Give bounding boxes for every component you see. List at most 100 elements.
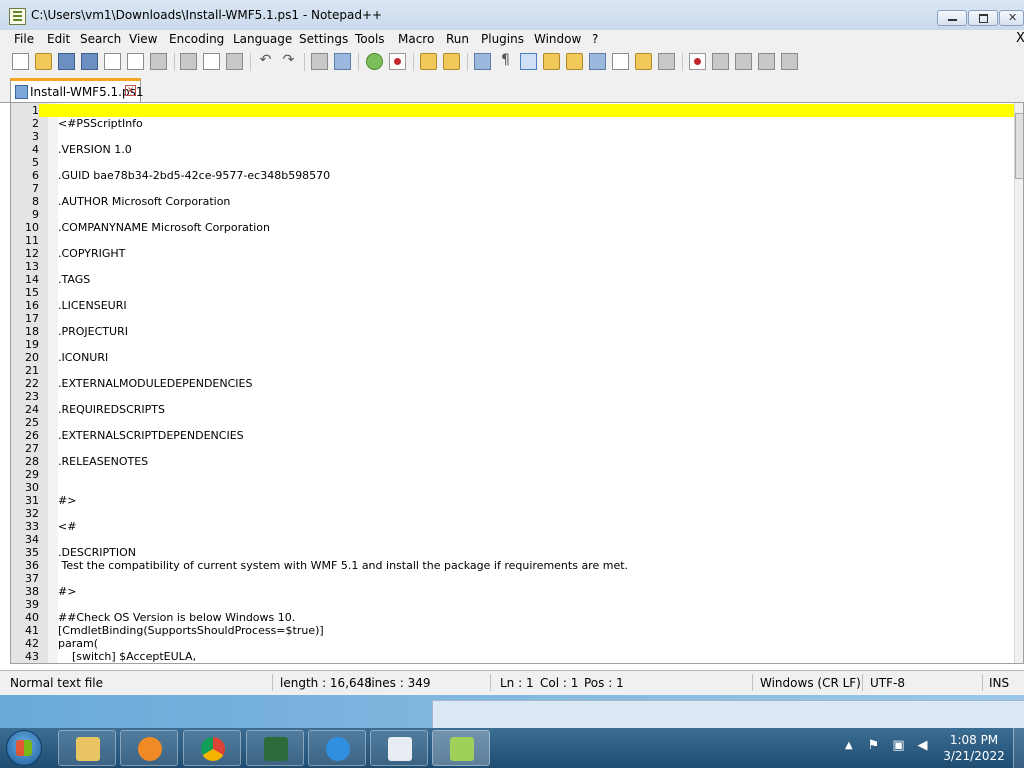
action-center-flag-icon[interactable]: ⚑: [866, 738, 881, 753]
sync-vertical-scroll-icon[interactable]: [420, 53, 437, 70]
show-all-characters-icon[interactable]: ¶: [497, 53, 514, 70]
code-line[interactable]: 36 Test the compatibility of current sys…: [11, 559, 1015, 572]
new-file-icon[interactable]: [12, 53, 29, 70]
menu-window[interactable]: Window: [534, 32, 581, 46]
code-line[interactable]: 3: [11, 130, 1015, 143]
clock-date[interactable]: 3/21/2022: [939, 749, 1009, 763]
start-button[interactable]: [6, 730, 42, 766]
copy-icon[interactable]: [203, 53, 220, 70]
network-icon[interactable]: ▣: [891, 738, 906, 753]
zoom-in-icon[interactable]: [366, 53, 383, 70]
close-all-icon[interactable]: [127, 53, 144, 70]
close-document-x[interactable]: X: [1016, 31, 1024, 46]
taskbar-window-app[interactable]: [370, 730, 428, 766]
folder-as-workspace-icon[interactable]: [612, 53, 629, 70]
menu-plugins[interactable]: Plugins: [481, 32, 524, 46]
stop-macro-icon[interactable]: [712, 53, 729, 70]
record-macro-icon[interactable]: [689, 53, 706, 70]
code-line[interactable]: 26 .EXTERNALSCRIPTDEPENDENCIES: [11, 429, 1015, 442]
clock-time[interactable]: 1:08 PM: [939, 733, 1009, 747]
menu-view[interactable]: View: [129, 32, 157, 46]
taskbar-task-manager[interactable]: [246, 730, 304, 766]
close-file-icon[interactable]: [104, 53, 121, 70]
indent-guide-icon[interactable]: [520, 53, 537, 70]
menu-file[interactable]: File: [14, 32, 34, 46]
undo-icon[interactable]: ↶: [257, 53, 274, 70]
code-line[interactable]: 23: [11, 390, 1015, 403]
code-line[interactable]: 15: [11, 286, 1015, 299]
code-line[interactable]: 22 .EXTERNALMODULEDEPENDENCIES: [11, 377, 1015, 390]
code-line[interactable]: 1: [11, 104, 1015, 117]
code-line[interactable]: 40 ##Check OS Version is below Windows 10…: [11, 611, 1015, 624]
run-macro-multiple-icon[interactable]: [758, 53, 775, 70]
code-line[interactable]: 38 #>: [11, 585, 1015, 598]
minimize-button[interactable]: [937, 10, 967, 26]
paste-icon[interactable]: [226, 53, 243, 70]
save-icon[interactable]: [58, 53, 75, 70]
title-bar[interactable]: C:\Users\vm1\Downloads\Install-WMF5.1.ps…: [0, 0, 1024, 31]
code-line[interactable]: 7: [11, 182, 1015, 195]
monitoring-icon[interactable]: [635, 53, 652, 70]
zoom-out-icon[interactable]: [389, 53, 406, 70]
code-line[interactable]: 5: [11, 156, 1015, 169]
menu-language[interactable]: Language: [233, 32, 292, 46]
volume-icon[interactable]: ◀: [915, 738, 930, 753]
close-button[interactable]: [999, 10, 1024, 26]
maximize-button[interactable]: [968, 10, 998, 26]
code-line[interactable]: 32: [11, 507, 1015, 520]
code-line[interactable]: 6 .GUID bae78b34-2bd5-42ce-9577-ec348b598…: [11, 169, 1015, 182]
find-icon[interactable]: [311, 53, 328, 70]
code-line[interactable]: 2 <#PSScriptInfo: [11, 117, 1015, 130]
taskbar-notepadpp[interactable]: [432, 730, 490, 766]
taskbar-internet-explorer[interactable]: [308, 730, 366, 766]
menu-settings[interactable]: Settings: [299, 32, 348, 46]
menu-macro[interactable]: Macro: [398, 32, 434, 46]
code-line[interactable]: 11: [11, 234, 1015, 247]
show-hidden-icons-icon[interactable]: ▲: [845, 740, 853, 751]
user-defined-language-icon[interactable]: [543, 53, 560, 70]
tab-install-wmf[interactable]: Install-WMF5.1.ps1 ✕: [10, 78, 144, 102]
code-line[interactable]: 9: [11, 208, 1015, 221]
menu-tools[interactable]: Tools: [355, 32, 385, 46]
code-line[interactable]: 39: [11, 598, 1015, 611]
code-line[interactable]: 21: [11, 364, 1015, 377]
code-line[interactable]: 24 .REQUIREDSCRIPTS: [11, 403, 1015, 416]
word-wrap-icon[interactable]: [474, 53, 491, 70]
code-line[interactable]: 37: [11, 572, 1015, 585]
print-icon[interactable]: [150, 53, 167, 70]
code-line[interactable]: 27: [11, 442, 1015, 455]
document-map-icon[interactable]: [566, 53, 583, 70]
code-line[interactable]: 34: [11, 533, 1015, 546]
code-line[interactable]: 25: [11, 416, 1015, 429]
save-macro-icon[interactable]: [781, 53, 798, 70]
menu-run[interactable]: Run: [446, 32, 469, 46]
taskbar-explorer[interactable]: [58, 730, 116, 766]
code-line[interactable]: 10 .COMPANYNAME Microsoft Corporation: [11, 221, 1015, 234]
code-line[interactable]: 4 .VERSION 1.0: [11, 143, 1015, 156]
menu-search[interactable]: Search: [80, 32, 121, 46]
code-line[interactable]: 8 .AUTHOR Microsoft Corporation: [11, 195, 1015, 208]
code-line[interactable]: 16 .LICENSEURI: [11, 299, 1015, 312]
tab-close-icon[interactable]: ✕: [125, 85, 136, 96]
code-line[interactable]: 30: [11, 481, 1015, 494]
code-line[interactable]: 12 .COPYRIGHT: [11, 247, 1015, 260]
code-line[interactable]: 14 .TAGS: [11, 273, 1015, 286]
play-macro-icon[interactable]: [735, 53, 752, 70]
code-line[interactable]: 29: [11, 468, 1015, 481]
scrollbar-thumb[interactable]: [1015, 113, 1023, 179]
code-line[interactable]: 35 .DESCRIPTION: [11, 546, 1015, 559]
menu-edit[interactable]: Edit: [47, 32, 70, 46]
redo-icon[interactable]: ↷: [280, 53, 297, 70]
taskbar-chrome[interactable]: [183, 730, 241, 766]
code-line[interactable]: 41 [CmdletBinding(SupportsShouldProcess=$…: [11, 624, 1015, 637]
code-line[interactable]: 17: [11, 312, 1015, 325]
code-line[interactable]: 19: [11, 338, 1015, 351]
vertical-scrollbar[interactable]: [1014, 103, 1023, 663]
function-list-icon[interactable]: [589, 53, 606, 70]
code-line[interactable]: 43 [switch] $AcceptEULA,: [11, 650, 1015, 663]
show-desktop-button[interactable]: [1013, 728, 1024, 768]
code-line[interactable]: 42 param(: [11, 637, 1015, 650]
code-line[interactable]: 13: [11, 260, 1015, 273]
eye-icon[interactable]: [658, 53, 675, 70]
cut-icon[interactable]: [180, 53, 197, 70]
